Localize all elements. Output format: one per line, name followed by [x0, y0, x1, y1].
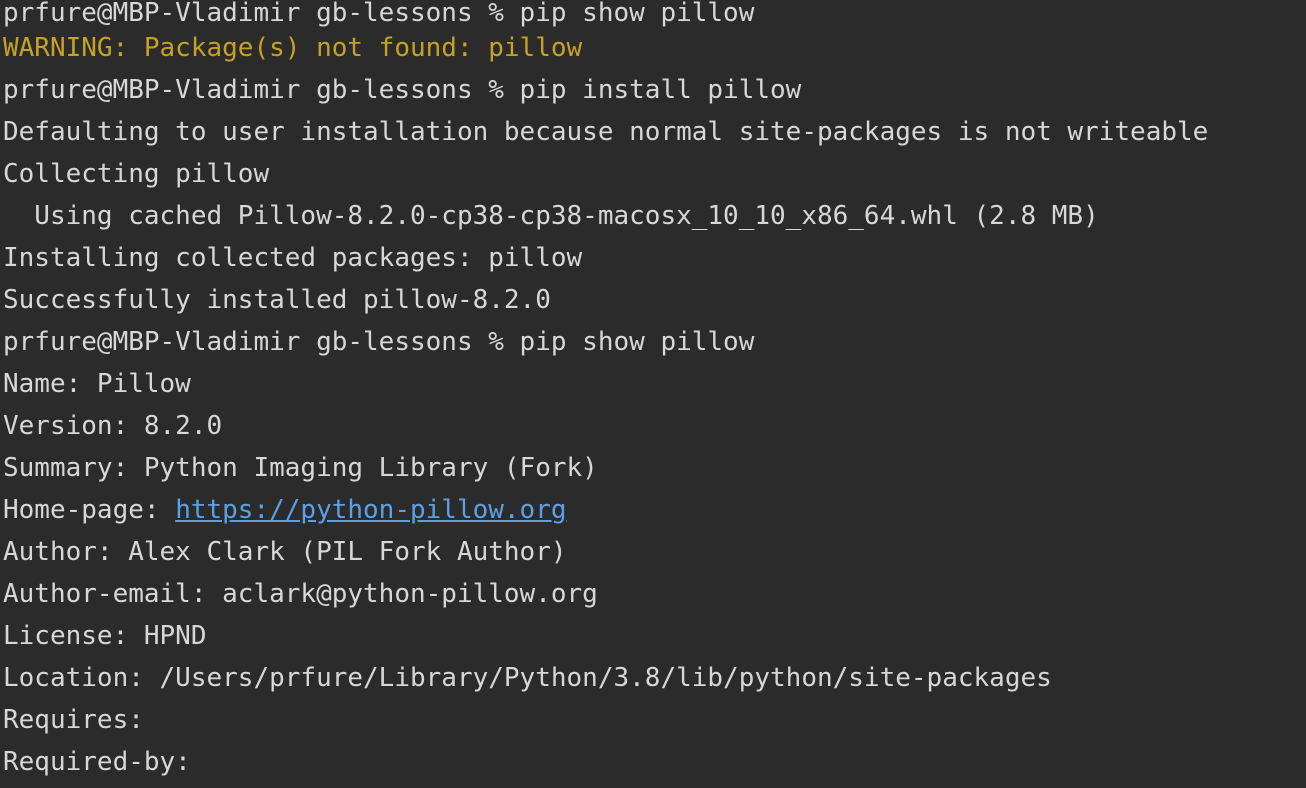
warning-message: WARNING: Package(s) not found: pillow — [3, 33, 583, 63]
output-line-author: Author: Alex Clark (PIL Fork Author) — [3, 537, 567, 567]
command-line-show-pillow: prfure@MBP-Vladimir gb-lessons % pip sho… — [3, 0, 755, 28]
output-line-name: Name: Pillow — [3, 369, 191, 399]
output-line-homepage: Home-page: https://python-pillow.org — [3, 489, 1306, 531]
output-line-author-email: Author-email: aclark@python-pillow.org — [3, 579, 598, 609]
terminal-output[interactable]: prfure@MBP-Vladimir gb-lessons % pip sho… — [0, 0, 1306, 788]
output-line-license: License: HPND — [3, 621, 207, 651]
output-line-requires: Requires: — [3, 705, 144, 735]
homepage-link[interactable]: https://python-pillow.org — [175, 495, 566, 525]
output-line-version: Version: 8.2.0 — [3, 411, 223, 441]
output-line-cached: Using cached Pillow-8.2.0-cp38-cp38-maco… — [3, 201, 1099, 231]
output-line-collecting: Collecting pillow — [3, 159, 270, 189]
output-line-installing: Installing collected packages: pillow — [3, 243, 583, 273]
output-line-location: Location: /Users/prfure/Library/Python/3… — [3, 663, 1052, 693]
command-line-install-pillow: prfure@MBP-Vladimir gb-lessons % pip ins… — [3, 75, 802, 105]
output-line-summary: Summary: Python Imaging Library (Fork) — [3, 453, 598, 483]
homepage-label: Home-page: — [3, 495, 176, 525]
output-line-required-by: Required-by: — [3, 747, 191, 777]
output-line-success: Successfully installed pillow-8.2.0 — [3, 285, 551, 315]
command-line-show-pillow-again: prfure@MBP-Vladimir gb-lessons % pip sho… — [3, 327, 755, 357]
output-line-user-install: Defaulting to user installation because … — [3, 117, 1209, 147]
